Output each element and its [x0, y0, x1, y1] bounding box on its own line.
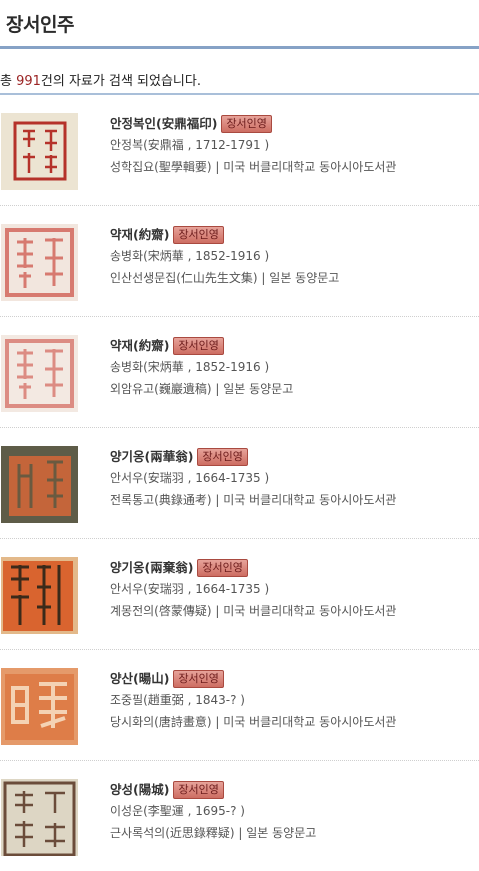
item-info: 약재(約齋) 장서인영 송병화(宋炳華 , 1852-1916 ) 인산선생문집(… [110, 224, 339, 289]
library-name: | 미국 버클리대학교 동아시아도서관 [211, 160, 397, 174]
seal-name-link[interactable]: 안정복인(安鼎福印) [110, 115, 217, 133]
seal-image-badge[interactable]: 장서인영 [173, 226, 224, 244]
owner-name: 송병화(宋炳華 , 1852-1916 ) [110, 360, 270, 374]
seal-thumbnail[interactable] [1, 224, 78, 301]
seal-image-badge[interactable]: 장서인영 [173, 781, 224, 799]
book-title-link[interactable]: 계몽전의(啓蒙傳疑) [110, 604, 212, 618]
seal-name-link[interactable]: 약재(約齋) [110, 337, 169, 355]
seal-thumbnail[interactable] [1, 779, 78, 856]
seal-thumbnail[interactable] [1, 446, 78, 523]
book-title-link[interactable]: 성학집요(聖學輯要) [110, 160, 212, 174]
book-info: 전록통고(典錄通考) | 미국 버클리대학교 동아시아도서관 [110, 489, 396, 511]
book-info: 계몽전의(啓蒙傳疑) | 미국 버클리대학교 동아시아도서관 [110, 600, 396, 622]
seal-name-link[interactable]: 양산(暘山) [110, 670, 169, 688]
seal-image-icon [1, 779, 78, 856]
seal-image-badge[interactable]: 장서인영 [173, 670, 224, 688]
book-title-link[interactable]: 인산선생문집(仁山先生文集) [110, 271, 258, 285]
seal-thumbnail[interactable] [1, 557, 78, 634]
seal-image-badge[interactable]: 장서인영 [197, 448, 248, 466]
item-info: 양성(陽城) 장서인영 이성운(李聖運 , 1695-? ) 근사록석의(近思錄釋… [110, 779, 316, 844]
summary-suffix: 건의 자료가 검색 되었습니다. [40, 74, 201, 89]
list-item[interactable]: 안정복인(安鼎福印) 장서인영 안정복(安鼎福 , 1712-1791 ) 성학집… [0, 95, 479, 206]
book-title-link[interactable]: 외암유고(巍巖遺稿) [110, 382, 212, 396]
seal-image-icon [1, 668, 78, 745]
seal-image-icon [1, 335, 78, 412]
book-info: 외암유고(巍巖遺稿) | 일본 동양문고 [110, 378, 293, 400]
seal-image-badge[interactable]: 장서인영 [197, 559, 248, 577]
seal-name-link[interactable]: 양기옹(兩華翁) [110, 448, 193, 466]
list-item[interactable]: 양산(暘山) 장서인영 조중필(趙重弼 , 1843-? ) 당시화의(唐詩畫意)… [0, 650, 479, 761]
seal-name-link[interactable]: 양기옹(兩棄翁) [110, 559, 193, 577]
library-name: | 미국 버클리대학교 동아시아도서관 [211, 604, 397, 618]
item-info: 양기옹(兩棄翁) 장서인영 안서우(安瑞羽 , 1664-1735 ) 계몽전의(… [110, 557, 396, 622]
seal-image-badge[interactable]: 장서인영 [173, 337, 224, 355]
seal-name-link[interactable]: 약재(約齋) [110, 226, 169, 244]
book-info: 근사록석의(近思錄釋疑) | 일본 동양문고 [110, 822, 316, 844]
item-info: 안정복인(安鼎福印) 장서인영 안정복(安鼎福 , 1712-1791 ) 성학집… [110, 113, 396, 178]
seal-image-badge[interactable]: 장서인영 [221, 115, 272, 133]
list-item[interactable]: 양기옹(兩華翁) 장서인영 안서우(安瑞羽 , 1664-1735 ) 전록통고(… [0, 428, 479, 539]
book-title-link[interactable]: 당시화의(唐詩畫意) [110, 715, 212, 729]
library-name: | 일본 동양문고 [211, 382, 294, 396]
result-summary-text: 총 991건의 자료가 검색 되었습니다. [0, 70, 201, 89]
book-info: 당시화의(唐詩畫意) | 미국 버클리대학교 동아시아도서관 [110, 711, 396, 733]
library-name: | 미국 버클리대학교 동아시아도서관 [211, 715, 397, 729]
book-title-link[interactable]: 근사록석의(近思錄釋疑) [110, 826, 235, 840]
book-info: 성학집요(聖學輯要) | 미국 버클리대학교 동아시아도서관 [110, 156, 396, 178]
seal-image-icon [1, 224, 78, 301]
library-name: | 미국 버클리대학교 동아시아도서관 [211, 493, 397, 507]
result-list: 안정복인(安鼎福印) 장서인영 안정복(安鼎福 , 1712-1791 ) 성학집… [0, 95, 479, 871]
book-title-link[interactable]: 전록통고(典錄通考) [110, 493, 212, 507]
list-item[interactable]: 양기옹(兩棄翁) 장서인영 안서우(安瑞羽 , 1664-1735 ) 계몽전의(… [0, 539, 479, 650]
book-info: 인산선생문집(仁山先生文集) | 일본 동양문고 [110, 267, 339, 289]
seal-image-icon [1, 446, 78, 523]
result-summary: 총 991건의 자료가 검색 되었습니다. [0, 49, 479, 93]
result-count: 991 [16, 74, 41, 89]
owner-name: 안서우(安瑞羽 , 1664-1735 ) [110, 471, 270, 485]
summary-prefix: 총 [0, 74, 17, 89]
library-name: | 일본 동양문고 [234, 826, 317, 840]
seal-image-icon [1, 113, 78, 190]
list-item[interactable]: 약재(約齋) 장서인영 송병화(宋炳華 , 1852-1916 ) 인산선생문집(… [0, 206, 479, 317]
page-title: 장서인주 [6, 14, 74, 36]
list-item[interactable]: 양성(陽城) 장서인영 이성운(李聖運 , 1695-? ) 근사록석의(近思錄釋… [0, 761, 479, 871]
seal-thumbnail[interactable] [1, 335, 78, 412]
seal-name-link[interactable]: 양성(陽城) [110, 781, 169, 799]
seal-thumbnail[interactable] [1, 668, 78, 745]
owner-name: 안서우(安瑞羽 , 1664-1735 ) [110, 582, 270, 596]
item-info: 양산(暘山) 장서인영 조중필(趙重弼 , 1843-? ) 당시화의(唐詩畫意)… [110, 668, 396, 733]
seal-thumbnail[interactable] [1, 113, 78, 190]
list-item[interactable]: 약재(約齋) 장서인영 송병화(宋炳華 , 1852-1916 ) 외암유고(巍巖… [0, 317, 479, 428]
owner-name: 안정복(安鼎福 , 1712-1791 ) [110, 138, 270, 152]
seal-image-icon [1, 557, 78, 634]
item-info: 양기옹(兩華翁) 장서인영 안서우(安瑞羽 , 1664-1735 ) 전록통고(… [110, 446, 396, 511]
page-header: 장서인주 [0, 0, 479, 46]
library-name: | 일본 동양문고 [257, 271, 340, 285]
owner-name: 조중필(趙重弼 , 1843-? ) [110, 693, 245, 707]
item-info: 약재(約齋) 장서인영 송병화(宋炳華 , 1852-1916 ) 외암유고(巍巖… [110, 335, 293, 400]
owner-name: 송병화(宋炳華 , 1852-1916 ) [110, 249, 270, 263]
owner-name: 이성운(李聖運 , 1695-? ) [110, 804, 245, 818]
